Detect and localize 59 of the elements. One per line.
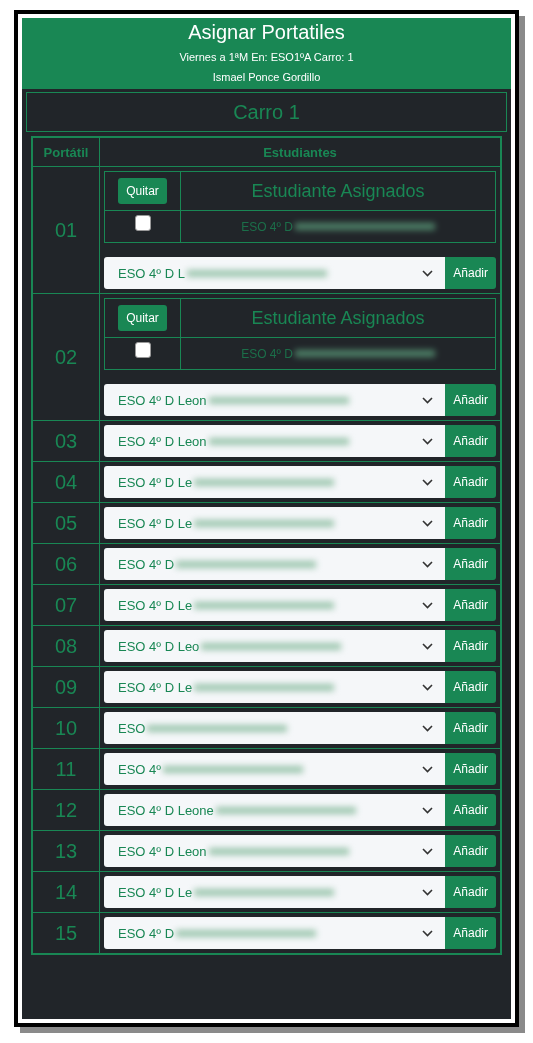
chevron-down-icon [422,396,434,404]
assigned-heading: Estudiante Asignados [251,307,425,329]
chevron-down-icon [422,478,434,486]
add-button[interactable]: Añadir [445,876,496,908]
student-checkbox[interactable] [134,214,151,231]
chevron-down-icon [422,847,434,855]
chevron-down-icon [422,888,434,896]
add-button[interactable]: Añadir [445,257,496,289]
remove-button[interactable]: Quitar [118,305,167,331]
student-select[interactable]: ESO 4º [104,753,446,785]
chevron-down-icon [422,765,434,773]
student-select[interactable]: ESO 4º D Le [104,507,446,539]
chevron-down-icon [422,560,434,568]
cart-title: Carro 1 [26,92,507,132]
add-button[interactable]: Añadir [445,548,496,580]
student-select[interactable]: ESO 4º D Leone [104,794,446,826]
student-select[interactable]: ESO 4º D Le [104,876,446,908]
column-header: Estudiantes [262,143,338,162]
student-select[interactable]: ESO 4º D L [104,257,446,289]
session-info: Viernes a 1ªM En: ESO1ºA Carro: 1 [179,50,354,65]
add-button[interactable]: Añadir [445,589,496,621]
chevron-down-icon [422,269,434,277]
chevron-down-icon [422,437,434,445]
add-button[interactable]: Añadir [445,794,496,826]
chevron-down-icon [422,929,434,937]
student-name: ESO 4º D [241,346,293,361]
add-button[interactable]: Añadir [445,753,496,785]
remove-button[interactable]: Quitar [118,178,167,204]
student-select[interactable]: ESO [104,712,446,744]
add-button[interactable]: Añadir [445,835,496,867]
student-select[interactable]: ESO 4º D Le [104,671,446,703]
add-button[interactable]: Añadir [445,466,496,498]
student-select[interactable]: ESO 4º D Le [104,466,446,498]
column-header: Portátil [33,138,100,166]
student-select[interactable]: ESO 4º D [104,917,446,949]
add-button[interactable]: Añadir [445,671,496,703]
chevron-down-icon [422,806,434,814]
page-title: Asignar Portatiles [188,20,345,44]
add-button[interactable]: Añadir [445,384,496,416]
chevron-down-icon [422,683,434,691]
student-select[interactable]: ESO 4º D Leon [104,425,446,457]
student-name: ESO 4º D [241,219,293,234]
add-button[interactable]: Añadir [445,630,496,662]
student-checkbox[interactable] [134,341,151,358]
chevron-down-icon [422,724,434,732]
student-select[interactable]: ESO 4º D Leo [104,630,446,662]
chevron-down-icon [422,519,434,527]
add-button[interactable]: Añadir [445,425,496,457]
chevron-down-icon [422,642,434,650]
teacher-name: Ismael Ponce Gordillo [212,70,321,85]
student-select[interactable]: ESO 4º D Leon [104,835,446,867]
add-button[interactable]: Añadir [445,507,496,539]
assigned-heading: Estudiante Asignados [251,180,425,202]
student-select[interactable]: ESO 4º D Leon [104,384,446,416]
student-select[interactable]: ESO 4º D [104,548,446,580]
add-button[interactable]: Añadir [445,712,496,744]
chevron-down-icon [422,601,434,609]
add-button[interactable]: Añadir [445,917,496,949]
student-select[interactable]: ESO 4º D Le [104,589,446,621]
